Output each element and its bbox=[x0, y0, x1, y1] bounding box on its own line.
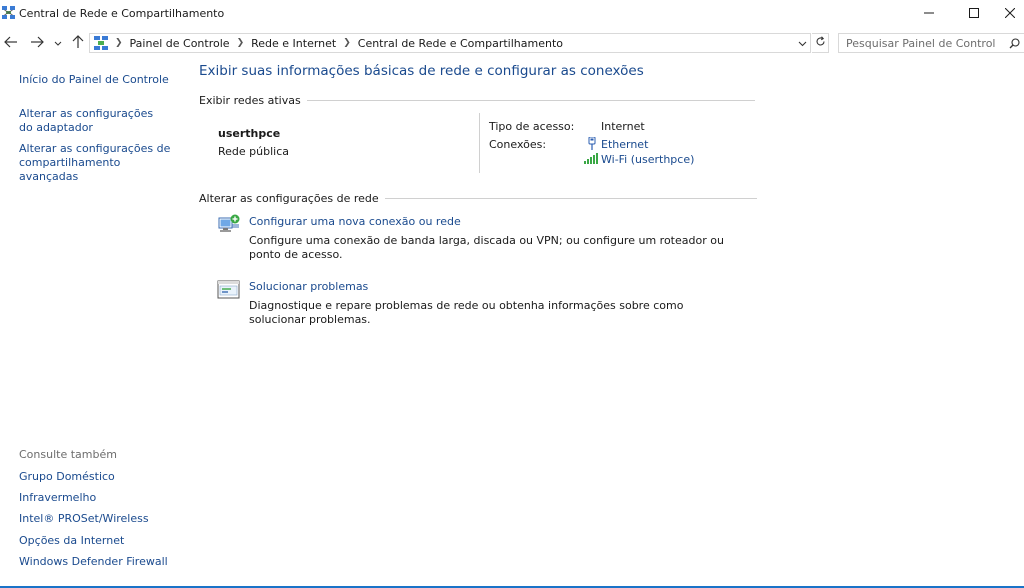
see-also-internet-options[interactable]: Opções da Internet bbox=[19, 534, 124, 548]
maximize-button[interactable] bbox=[951, 0, 997, 28]
connection-link-ethernet[interactable]: Ethernet bbox=[601, 138, 648, 151]
arrow-left-icon bbox=[4, 36, 18, 51]
sidebar-link-adapter-settings[interactable]: Alterar as configurações do adaptador bbox=[19, 107, 169, 135]
refresh-icon bbox=[815, 36, 826, 50]
see-also-homegroup[interactable]: Grupo Doméstico bbox=[19, 470, 115, 484]
section-divider bbox=[384, 198, 757, 199]
recent-locations-button[interactable] bbox=[52, 35, 64, 51]
chevron-down-icon bbox=[798, 37, 807, 50]
ethernet-icon bbox=[587, 136, 597, 153]
chevron-right-icon[interactable]: ❯ bbox=[343, 38, 351, 48]
wifi-signal-icon bbox=[584, 153, 598, 167]
new-connection-icon bbox=[217, 213, 241, 235]
title-bar: Central de Rede e Compartilhamento bbox=[0, 0, 1024, 28]
search-icon[interactable] bbox=[1007, 36, 1021, 50]
chevron-down-icon bbox=[54, 37, 62, 50]
change-settings-section-header: Alterar as configurações de rede bbox=[199, 192, 757, 205]
window-title: Central de Rede e Compartilhamento bbox=[19, 7, 225, 20]
address-dropdown-button[interactable] bbox=[795, 36, 809, 50]
network-name: userthpce bbox=[218, 127, 281, 140]
minimize-icon bbox=[924, 8, 934, 21]
section-divider bbox=[306, 100, 755, 101]
address-bar[interactable]: ❯ Painel de Controle ❯ Rede e Internet ❯… bbox=[89, 33, 811, 53]
active-networks-label: Exibir redes ativas bbox=[199, 94, 301, 107]
breadcrumb-network-internet[interactable]: Rede e Internet bbox=[251, 37, 336, 50]
control-panel-icon bbox=[94, 36, 108, 50]
see-also-intel-proset[interactable]: Intel® PROSet/Wireless bbox=[19, 512, 149, 526]
breadcrumb-network-center[interactable]: Central de Rede e Compartilhamento bbox=[358, 37, 563, 50]
setup-new-connection-link[interactable]: Configurar uma nova conexão ou rede bbox=[249, 215, 461, 228]
page-title: Exibir suas informações básicas de rede … bbox=[199, 63, 644, 79]
back-button[interactable] bbox=[3, 35, 19, 51]
connections-label: Conexões: bbox=[489, 138, 547, 151]
arrow-up-icon bbox=[72, 34, 84, 52]
setup-new-connection-description: Configure uma conexão de banda larga, di… bbox=[249, 234, 724, 261]
see-also-heading: Consulte também bbox=[19, 448, 117, 461]
troubleshoot-problems-link[interactable]: Solucionar problemas bbox=[249, 280, 368, 293]
sidebar-link-control-panel-home[interactable]: Início do Painel de Controle bbox=[19, 73, 169, 87]
chevron-right-icon[interactable]: ❯ bbox=[237, 38, 245, 48]
minimize-button[interactable] bbox=[906, 0, 952, 28]
sidebar-link-advanced-sharing[interactable]: Alterar as configurações de compartilham… bbox=[19, 142, 177, 184]
vertical-divider bbox=[479, 113, 480, 173]
network-center-app-icon bbox=[2, 6, 15, 19]
arrow-right-icon bbox=[30, 36, 44, 51]
see-also-infrared[interactable]: Infravermelho bbox=[19, 491, 96, 505]
close-icon bbox=[1004, 7, 1016, 21]
see-also-defender-firewall[interactable]: Windows Defender Firewall bbox=[19, 555, 168, 569]
close-button[interactable] bbox=[996, 0, 1024, 28]
troubleshoot-icon bbox=[217, 279, 241, 301]
breadcrumb-control-panel[interactable]: Painel de Controle bbox=[130, 37, 230, 50]
change-settings-label: Alterar as configurações de rede bbox=[199, 192, 379, 205]
access-type-label: Tipo de acesso: bbox=[489, 120, 575, 133]
connection-link-wifi[interactable]: Wi-Fi (userthpce) bbox=[601, 153, 694, 166]
forward-button[interactable] bbox=[29, 35, 45, 51]
network-category-link[interactable]: Rede pública bbox=[218, 145, 289, 158]
troubleshoot-problems-description: Diagnostique e repare problemas de rede … bbox=[249, 299, 684, 326]
maximize-icon bbox=[969, 7, 979, 21]
chevron-right-icon[interactable]: ❯ bbox=[115, 38, 123, 48]
active-networks-section-header: Exibir redes ativas bbox=[199, 94, 755, 107]
breadcrumb: ❯ Painel de Controle ❯ Rede e Internet ❯… bbox=[94, 34, 563, 52]
access-type-value: Internet bbox=[601, 120, 645, 133]
search-input[interactable] bbox=[846, 36, 996, 50]
up-button[interactable] bbox=[70, 34, 86, 52]
refresh-button[interactable] bbox=[812, 33, 829, 53]
search-box[interactable] bbox=[838, 33, 1024, 53]
